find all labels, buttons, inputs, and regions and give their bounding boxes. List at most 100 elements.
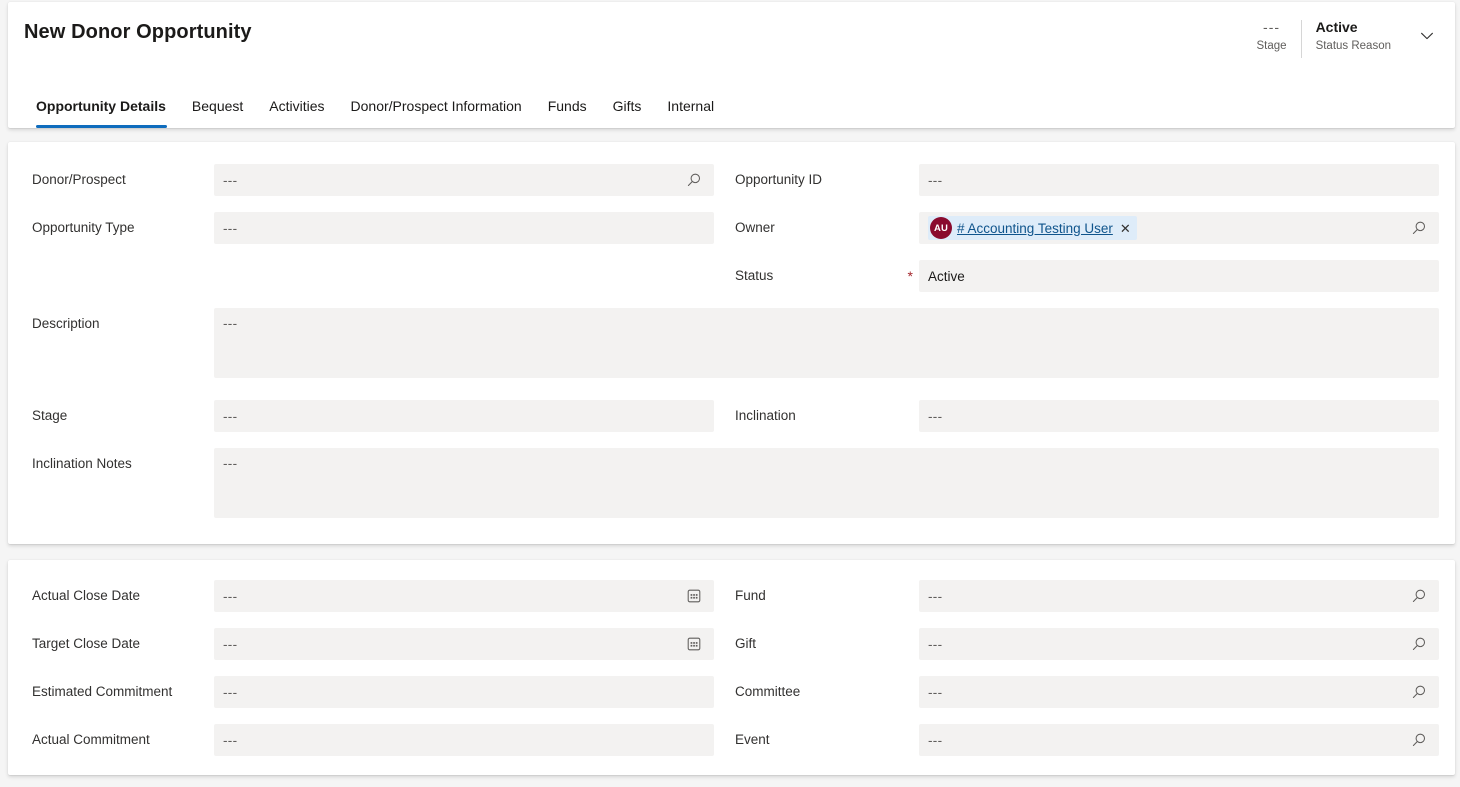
- tab-gifts[interactable]: Gifts: [600, 97, 655, 128]
- input-owner[interactable]: AU # Accounting Testing User ✕: [919, 212, 1439, 244]
- lookup-pill-link[interactable]: # Accounting Testing User: [957, 221, 1113, 236]
- field-label-opportunity-type: Opportunity Type*: [32, 212, 227, 244]
- value-description: ---: [223, 316, 238, 331]
- input-description[interactable]: ---: [214, 308, 1439, 378]
- label-committee: Committee: [735, 684, 801, 699]
- avatar: AU: [930, 217, 952, 239]
- stage-value: ---: [1263, 19, 1281, 35]
- label-opportunity-type: Opportunity Type: [32, 220, 135, 235]
- search-icon[interactable]: [1408, 583, 1430, 609]
- field-label-target-close-date: Target Close Date: [32, 628, 227, 660]
- calendar-icon[interactable]: [683, 631, 705, 657]
- value-opportunity-id: ---: [928, 172, 943, 188]
- label-description: Description: [32, 316, 100, 331]
- label-inclination-notes: Inclination Notes: [32, 456, 132, 471]
- input-opportunity-type[interactable]: ---: [214, 212, 714, 244]
- search-icon[interactable]: [1408, 215, 1430, 241]
- label-donor-prospect: Donor/Prospect: [32, 172, 126, 187]
- header-status-bar: --- Stage Active Status Reason: [1243, 18, 1444, 70]
- field-label-opportunity-id: Opportunity ID: [735, 164, 930, 196]
- stage-label: Stage: [1256, 40, 1287, 52]
- field-label-owner: Owner*: [735, 212, 930, 244]
- input-inclination[interactable]: ---: [919, 400, 1439, 432]
- value-target-close-date: ---: [223, 636, 238, 652]
- tab-donor-prospect-information[interactable]: Donor/Prospect Information: [338, 97, 535, 128]
- input-gift[interactable]: ---: [919, 628, 1439, 660]
- tab-opportunity-details[interactable]: Opportunity Details: [24, 97, 179, 128]
- label-target-close-date: Target Close Date: [32, 636, 141, 651]
- field-label-gift: Gift: [735, 628, 930, 660]
- section-opportunity-general: Donor/Prospect*---Opportunity Type*---De…: [8, 142, 1455, 544]
- input-opportunity-id[interactable]: ---: [919, 164, 1439, 196]
- input-event[interactable]: ---: [919, 724, 1439, 756]
- search-icon[interactable]: [1408, 679, 1430, 705]
- label-estimated-commitment: Estimated Commitment: [32, 684, 173, 699]
- label-actual-commitment: Actual Commitment: [32, 732, 150, 747]
- field-label-event: Event: [735, 724, 930, 756]
- input-status[interactable]: Active: [919, 260, 1439, 292]
- label-inclination: Inclination: [735, 408, 796, 423]
- field-label-description: Description: [32, 308, 227, 340]
- value-inclination-notes: ---: [223, 456, 238, 471]
- field-label-inclination: Inclination: [735, 400, 930, 432]
- status-reason-summary[interactable]: Active Status Reason: [1302, 18, 1405, 54]
- value-donor-prospect: ---: [223, 172, 238, 188]
- value-inclination: ---: [928, 408, 943, 424]
- value-committee: ---: [928, 684, 943, 700]
- label-event: Event: [735, 732, 770, 747]
- label-opportunity-id: Opportunity ID: [735, 172, 823, 187]
- field-label-status: Status *: [735, 260, 930, 292]
- label-gift: Gift: [735, 636, 757, 651]
- record-header: New Donor Opportunity --- Stage Active S…: [8, 2, 1455, 128]
- input-committee[interactable]: ---: [919, 676, 1439, 708]
- input-actual-commitment[interactable]: ---: [214, 724, 714, 756]
- lookup-pill-owner[interactable]: AU # Accounting Testing User ✕: [928, 216, 1137, 240]
- calendar-icon[interactable]: [683, 583, 705, 609]
- tab-funds[interactable]: Funds: [535, 97, 600, 128]
- label-actual-close-date: Actual Close Date: [32, 588, 141, 603]
- field-label-inclination-notes: Inclination Notes: [32, 448, 227, 480]
- label-owner: Owner: [735, 220, 775, 235]
- value-opportunity-type: ---: [223, 220, 238, 236]
- search-icon[interactable]: [1408, 631, 1430, 657]
- value-stage: ---: [223, 408, 238, 424]
- value-fund: ---: [928, 588, 943, 604]
- input-fund[interactable]: ---: [919, 580, 1439, 612]
- label-fund: Fund: [735, 588, 766, 603]
- status-reason-value: Active: [1315, 19, 1358, 35]
- input-inclination-notes[interactable]: ---: [214, 448, 1439, 518]
- value-estimated-commitment: ---: [223, 684, 238, 700]
- tab-bequest[interactable]: Bequest: [179, 97, 256, 128]
- tab-activities[interactable]: Activities: [256, 97, 337, 128]
- status-reason-label: Status Reason: [1315, 40, 1391, 52]
- value-status: Active: [928, 268, 965, 284]
- section-opportunity-financials: Actual Close Date --- Target Close Date ---…: [8, 560, 1455, 775]
- label-status: Status: [735, 268, 774, 283]
- close-icon[interactable]: ✕: [1118, 222, 1133, 235]
- input-actual-close-date[interactable]: ---: [214, 580, 714, 612]
- field-label-stage: Stage: [32, 400, 227, 432]
- input-estimated-commitment[interactable]: ---: [214, 676, 714, 708]
- input-stage[interactable]: ---: [214, 400, 714, 432]
- stage-summary: --- Stage: [1243, 18, 1301, 54]
- chevron-down-icon[interactable]: [1411, 20, 1443, 52]
- page-title: New Donor Opportunity: [24, 21, 252, 43]
- input-target-close-date[interactable]: ---: [214, 628, 714, 660]
- field-label-actual-commitment: Actual Commitment: [32, 724, 227, 756]
- tab-internal[interactable]: Internal: [654, 97, 727, 128]
- field-label-donor-prospect: Donor/Prospect*: [32, 164, 227, 196]
- input-donor-prospect[interactable]: ---: [214, 164, 714, 196]
- field-label-committee: Committee: [735, 676, 930, 708]
- value-actual-close-date: ---: [223, 588, 238, 604]
- value-gift: ---: [928, 636, 943, 652]
- field-label-estimated-commitment: Estimated Commitment: [32, 676, 227, 708]
- form-tab-list: Opportunity Details Bequest Activities Dono…: [24, 84, 727, 128]
- required-indicator: *: [907, 268, 913, 284]
- value-event: ---: [928, 732, 943, 748]
- search-icon[interactable]: [683, 167, 705, 193]
- field-label-fund: Fund: [735, 580, 930, 612]
- field-label-actual-close-date: Actual Close Date: [32, 580, 227, 612]
- label-stage: Stage: [32, 408, 68, 423]
- search-icon[interactable]: [1408, 727, 1430, 753]
- value-actual-commitment: ---: [223, 732, 238, 748]
